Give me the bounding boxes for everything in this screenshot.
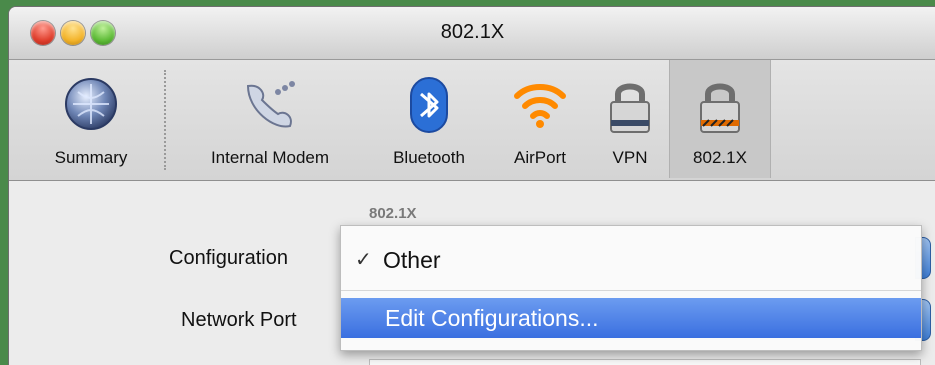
title-bar[interactable]: 802.1X	[9, 7, 935, 60]
toolbar-separator	[164, 70, 166, 170]
toolbar: Summary Internal Modem Bluetooth AirPort…	[9, 60, 935, 181]
toolbar-item-bluetooth[interactable]: Bluetooth	[374, 60, 484, 178]
globe-icon	[63, 76, 119, 137]
toolbar-item-summary[interactable]: Summary	[29, 60, 153, 178]
menu-item-label: Other	[383, 247, 441, 273]
toolbar-label: 802.1X	[693, 148, 747, 167]
toolbar-label: AirPort	[514, 148, 566, 167]
menu-item-edit-configurations[interactable]: Edit Configurations...	[341, 298, 921, 338]
section-title: 802.1X	[369, 205, 417, 222]
phone-modem-icon	[240, 76, 300, 137]
toolbar-label: Internal Modem	[210, 148, 330, 167]
checkmark-icon: ✓	[355, 249, 372, 271]
toolbar-label: Bluetooth	[393, 148, 465, 167]
toolbar-label: Summary	[54, 148, 128, 167]
toolbar-item-8021x[interactable]: 802.1X	[669, 60, 771, 178]
preferences-window: 802.1X Summary Internal Modem Bluetooth …	[8, 6, 935, 365]
menu-separator	[341, 290, 921, 291]
configuration-label: Configuration	[169, 247, 288, 269]
airport-wifi-icon	[511, 76, 569, 137]
menu-item-label: Edit Configurations...	[385, 305, 599, 331]
toolbar-label: VPN	[612, 148, 648, 167]
toolbar-item-internal-modem[interactable]: Internal Modem	[184, 60, 356, 178]
vpn-lock-icon	[605, 76, 655, 141]
8021x-lock-icon	[695, 76, 745, 141]
toolbar-item-vpn[interactable]: VPN	[599, 60, 661, 178]
window-title: 802.1X	[440, 21, 505, 43]
network-port-label: Network Port	[181, 309, 297, 331]
configuration-popup-menu[interactable]: ✓ Other Edit Configurations...	[340, 225, 922, 351]
hidden-field	[369, 359, 921, 365]
bluetooth-icon	[405, 76, 453, 139]
toolbar-item-airport[interactable]: AirPort	[494, 60, 586, 178]
menu-item-other[interactable]: ✓ Other	[341, 240, 921, 280]
